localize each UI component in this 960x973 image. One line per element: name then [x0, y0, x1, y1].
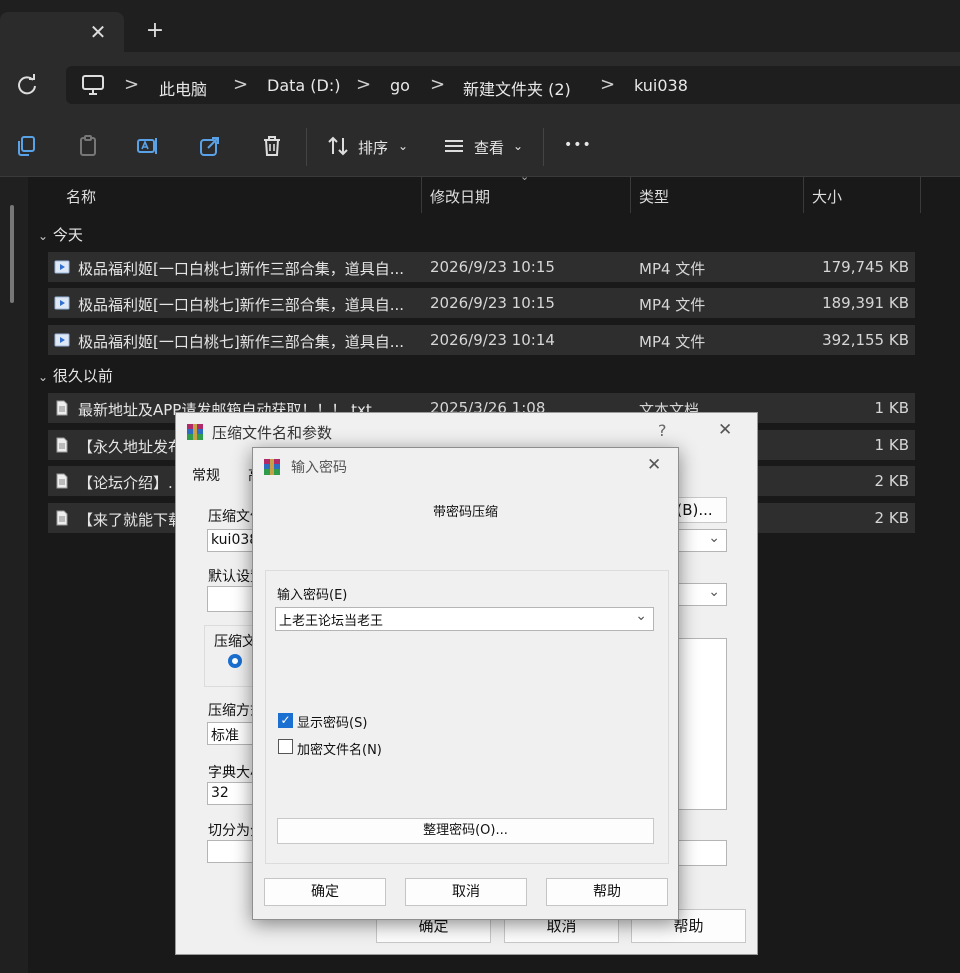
chevron-down-icon: ⌄ — [38, 370, 49, 384]
winrar-icon — [185, 422, 205, 442]
breadcrumb-this-pc[interactable]: 此电脑 — [159, 76, 207, 100]
video-file-icon — [54, 295, 70, 311]
show-password-checkbox[interactable]: ✓ — [278, 713, 293, 728]
column-divider[interactable] — [630, 177, 631, 213]
view-button[interactable]: 查看 — [474, 137, 504, 158]
chevron-down-icon[interactable]: ⌄ — [708, 584, 720, 600]
video-file-icon — [54, 332, 70, 348]
text-file-icon — [54, 400, 70, 416]
winrar-icon — [262, 457, 282, 477]
breadcrumb-new-folder[interactable]: 新建文件夹 (2) — [463, 76, 571, 100]
column-name[interactable]: 名称 — [66, 186, 96, 207]
encrypt-names-label[interactable]: 加密文件名(N) — [297, 739, 382, 758]
column-date[interactable]: 修改日期 — [430, 186, 490, 207]
help-button[interactable]: 帮助 — [546, 878, 668, 906]
refresh-icon[interactable] — [14, 72, 40, 98]
archive-format-label: 压缩文 — [214, 634, 256, 650]
copy-icon[interactable] — [14, 134, 38, 158]
scrollbar-thumb[interactable] — [10, 205, 14, 303]
sort-indicator-icon: ⌄ — [520, 170, 530, 183]
file-name: 极品福利姬[一口白桃七]新作三部合集，道具自... — [78, 333, 405, 351]
column-divider[interactable] — [803, 177, 804, 213]
file-size: 179,745 KB — [822, 258, 909, 276]
file-size: 2 KB — [874, 509, 909, 527]
paste-icon[interactable] — [76, 134, 100, 158]
delete-icon[interactable] — [260, 134, 284, 158]
file-row[interactable]: 极品福利姬[一口白桃七]新作三部合集，道具自... 2026/9/23 10:1… — [48, 288, 915, 318]
dictionary-size-value: 32 — [211, 785, 229, 801]
close-icon[interactable]: ✕ — [718, 420, 732, 440]
file-size: 189,391 KB — [822, 294, 909, 312]
file-row[interactable]: 极品福利姬[一口白桃七]新作三部合集，道具自... 2026/9/23 10:1… — [48, 252, 915, 282]
password-value: 上老王论坛当老王 — [279, 614, 384, 629]
dialog-heading: 带密码压缩 — [433, 505, 499, 520]
show-password-label[interactable]: 显示密码(S) — [297, 712, 367, 731]
chevron-down-icon[interactable]: ⌄ — [708, 530, 720, 546]
breadcrumb-separator: > — [600, 74, 616, 95]
breadcrumb-separator: > — [233, 74, 249, 95]
encrypt-names-checkbox[interactable] — [278, 739, 293, 754]
format-radio-selected[interactable] — [228, 654, 242, 668]
file-type: MP4 文件 — [639, 333, 706, 351]
dialog-title: 压缩文件名和参数 — [212, 424, 333, 442]
rename-icon[interactable] — [136, 134, 160, 158]
password-input[interactable]: 上老王论坛当老王 ⌄ — [275, 607, 654, 631]
group-label: 今天 — [52, 226, 83, 244]
breadcrumb-separator: > — [430, 74, 446, 95]
breadcrumb-go[interactable]: go — [390, 76, 410, 95]
file-date: 2026/9/23 10:14 — [430, 331, 555, 349]
breadcrumb-separator: > — [124, 74, 140, 95]
view-icon[interactable] — [442, 134, 466, 158]
dialog-title: 输入密码 — [291, 460, 347, 476]
file-date: 2026/9/23 10:15 — [430, 258, 555, 276]
file-type: MP4 文件 — [639, 260, 706, 278]
password-dialog: 输入密码 ✕ 带密码压缩 输入密码(E) 上老王论坛当老王 ⌄ ✓ 显示密码(S… — [252, 447, 679, 920]
file-size: 392,155 KB — [822, 331, 909, 349]
file-row[interactable]: 极品福利姬[一口白桃七]新作三部合集，道具自... 2026/9/23 10:1… — [48, 325, 915, 355]
cancel-button[interactable]: 取消 — [405, 878, 527, 906]
computer-icon — [80, 72, 106, 98]
text-file-icon — [54, 437, 70, 453]
navigation-pane — [0, 177, 28, 973]
toolbar-divider — [543, 128, 544, 166]
organize-passwords-button[interactable]: 整理密码(O)... — [277, 818, 654, 844]
view-chevron-down-icon[interactable]: ⌄ — [513, 139, 523, 153]
breadcrumb-separator: > — [356, 74, 372, 95]
group-label: 很久以前 — [52, 367, 113, 385]
more-options-icon[interactable]: ••• — [564, 137, 592, 153]
group-header-today[interactable]: ⌄ 今天 — [38, 224, 83, 245]
file-size: 2 KB — [874, 472, 909, 490]
group-header-long-ago[interactable]: ⌄ 很久以前 — [38, 365, 113, 386]
file-size: 1 KB — [874, 436, 909, 454]
column-divider[interactable] — [920, 177, 921, 213]
new-tab-button[interactable]: + — [144, 18, 166, 43]
breadcrumb-data-drive[interactable]: Data (D:) — [267, 76, 340, 95]
video-file-icon — [54, 259, 70, 275]
compression-method-value: 标准 — [211, 728, 239, 744]
text-file-icon — [54, 473, 70, 489]
sort-icon[interactable] — [326, 134, 350, 158]
column-divider[interactable] — [421, 177, 422, 213]
tab-general[interactable]: 常规 — [192, 465, 220, 485]
tab-close-icon[interactable]: ✕ — [88, 20, 108, 44]
ok-button[interactable]: 确定 — [264, 878, 386, 906]
breadcrumb-kui038[interactable]: kui038 — [634, 76, 688, 95]
file-size: 1 KB — [874, 399, 909, 417]
chevron-down-icon[interactable]: ⌄ — [635, 608, 647, 624]
close-icon[interactable]: ✕ — [647, 455, 661, 475]
text-file-icon — [54, 510, 70, 526]
share-icon[interactable] — [198, 134, 222, 158]
password-label: 输入密码(E) — [277, 588, 348, 603]
file-type: MP4 文件 — [639, 296, 706, 314]
file-date: 2026/9/23 10:15 — [430, 294, 555, 312]
column-type[interactable]: 类型 — [639, 186, 669, 207]
toolbar-divider — [306, 128, 307, 166]
column-size[interactable]: 大小 — [812, 186, 842, 207]
sort-chevron-down-icon[interactable]: ⌄ — [398, 139, 408, 153]
file-name: 极品福利姬[一口白桃七]新作三部合集，道具自... — [78, 260, 405, 278]
chevron-down-icon: ⌄ — [38, 229, 49, 243]
sort-button[interactable]: 排序 — [358, 137, 388, 158]
file-name: 极品福利姬[一口白桃七]新作三部合集，道具自... — [78, 296, 405, 314]
help-icon[interactable]: ? — [658, 421, 667, 440]
